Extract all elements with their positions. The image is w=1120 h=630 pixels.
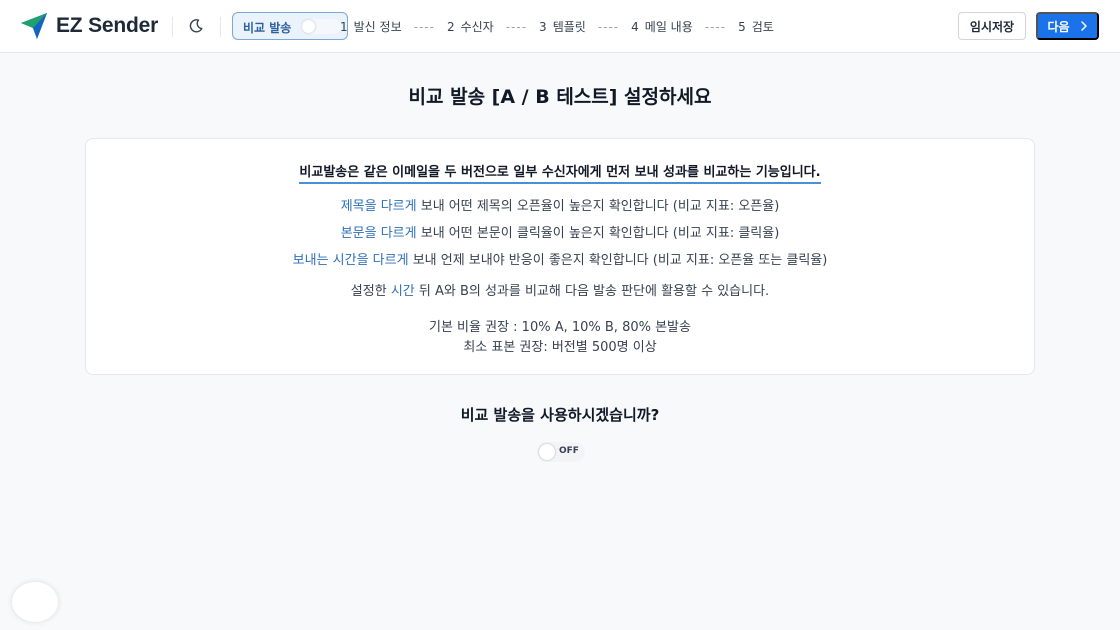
option-highlight: 제목을 다르게 <box>340 199 417 214</box>
option-subject: 제목을 다르게 보내 어떤 제목의 오픈율이 높은지 확인합니다 (비교 지표:… <box>86 195 1034 214</box>
moon-icon <box>189 19 203 33</box>
step-label: 템플릿 <box>552 20 586 34</box>
sample-recommendation: 최소 표본 권장: 버전별 500명 이상 <box>463 340 657 355</box>
option-text: 보내 어떤 본문이 클릭율이 높은지 확인합니다 (비교 지표: 클릭율) <box>416 226 780 241</box>
step-separator: ---- <box>704 19 727 34</box>
compare-send-switch[interactable] <box>301 19 341 34</box>
step-5[interactable]: 5 검토 <box>738 18 774 35</box>
option-text: 보내 어떤 제목의 오픈율이 높은지 확인합니다 (비교 지표: 오픈율) <box>416 199 780 214</box>
step-separator: ---- <box>413 19 435 34</box>
step-1[interactable]: 1 발신 정보 <box>340 18 402 35</box>
option-text: 보내 언제 보내야 반응이 좋은지 확인합니다 (비교 지표: 오픈율 또는 클… <box>408 253 828 268</box>
header-divider <box>220 17 221 37</box>
compare-send-toggle[interactable]: 비교 발송 <box>232 12 348 40</box>
option-highlight: 보내는 시간을 다르게 <box>292 253 409 268</box>
step-separator: ---- <box>505 19 528 34</box>
step-separator: ---- <box>597 19 620 34</box>
option-send-time: 보내는 시간을 다르게 보내 언제 보내야 반응이 좋은지 확인합니다 (비교 … <box>86 249 1034 268</box>
step-label: 발신 정보 <box>353 20 402 34</box>
next-button-label: 다음 <box>1047 19 1070 34</box>
intro-text: 비교발송은 같은 이메일을 두 버전으로 일부 수신자에게 먼저 보내 성과를 … <box>299 161 821 184</box>
note-suffix: 뒤 A와 B의 성과를 비교해 다음 발송 판단에 활용할 수 있습니다. <box>414 284 770 299</box>
page-title: 비교 발송 [A / B 테스트] 설정하세요 <box>408 86 712 108</box>
use-compare-question: 비교 발송을 사용하시겠습니까? <box>460 406 660 424</box>
next-button[interactable]: 다음 <box>1036 12 1099 40</box>
chevron-right-icon <box>1080 21 1087 31</box>
top-header: EZ Sender 비교 발송 1 발신 정보 ---- 2 수신자 ---- … <box>0 0 1120 53</box>
note-highlight: 시간 <box>390 284 415 299</box>
note-prefix: 설정한 <box>350 284 391 299</box>
step-number: 4 <box>631 19 639 34</box>
step-progress: 1 발신 정보 ---- 2 수신자 ---- 3 템플릿 ---- 4 메일 … <box>340 18 774 35</box>
step-number: 1 <box>340 19 348 34</box>
option-body: 본문을 다르게 보내 어떤 본문이 클릭율이 높은지 확인합니다 (비교 지표:… <box>86 222 1034 241</box>
step-number: 5 <box>738 19 746 34</box>
compare-send-label: 비교 발송 <box>243 21 292 35</box>
option-highlight: 본문을 다르게 <box>340 226 417 241</box>
save-draft-button[interactable]: 임시저장 <box>958 12 1026 40</box>
header-divider <box>172 17 173 37</box>
logo[interactable]: EZ Sender <box>20 12 158 40</box>
paper-plane-icon <box>21 13 47 39</box>
step-label: 수신자 <box>460 20 494 34</box>
step-label: 메일 내용 <box>644 20 693 34</box>
ab-test-info-card: 비교발송은 같은 이메일을 두 버전으로 일부 수신자에게 먼저 보내 성과를 … <box>85 138 1035 375</box>
toggle-state-label: OFF <box>559 446 579 456</box>
app-name: EZ Sender <box>56 14 159 37</box>
intro-wrapper: 비교발송은 같은 이메일을 두 버전으로 일부 수신자에게 먼저 보내 성과를 … <box>86 161 1034 184</box>
step-number: 2 <box>446 19 455 34</box>
step-number: 3 <box>539 19 547 34</box>
floating-chat-button[interactable] <box>12 582 58 622</box>
ratio-recommendation: 기본 비율 권장 : 10% A, 10% B, 80% 본발송 <box>429 320 691 335</box>
toggle-knob <box>539 444 555 460</box>
step-2[interactable]: 2 수신자 <box>447 18 494 35</box>
step-label: 검토 <box>751 20 774 34</box>
comparison-note: 설정한 시간 뒤 A와 B의 성과를 비교해 다음 발송 판단에 활용할 수 있… <box>86 280 1034 299</box>
step-4[interactable]: 4 메일 내용 <box>631 18 693 35</box>
compare-send-main-toggle[interactable]: OFF <box>537 442 585 462</box>
theme-toggle-button[interactable] <box>186 16 206 36</box>
step-3[interactable]: 3 템플릿 <box>539 18 586 35</box>
